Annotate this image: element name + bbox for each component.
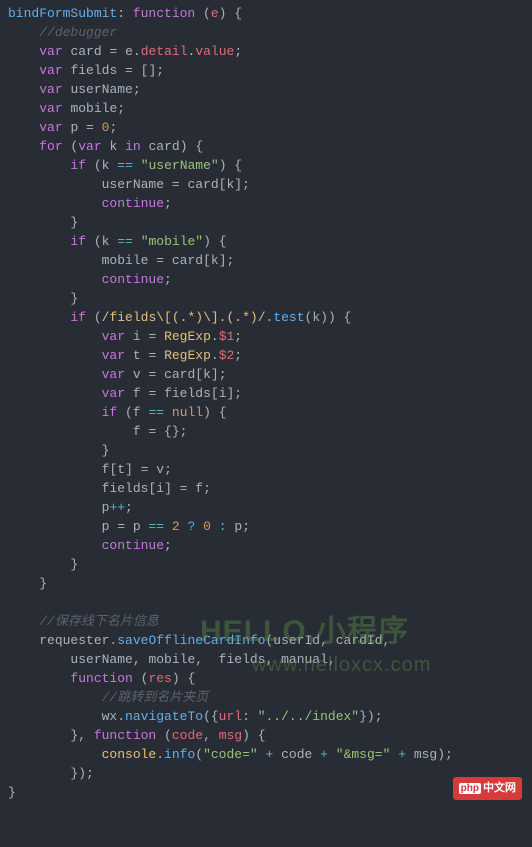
code-line: //保存线下名片信息	[8, 612, 532, 631]
code-line: mobile = card[k];	[8, 251, 532, 270]
keyword: function	[133, 6, 195, 21]
code-line: f = {};	[8, 422, 532, 441]
code-line: continue;	[8, 194, 532, 213]
code-line: if (f == null) {	[8, 403, 532, 422]
code-line: for (var k in card) {	[8, 137, 532, 156]
code-line: }	[8, 289, 532, 308]
comment: //保存线下名片信息	[39, 614, 159, 629]
code-line: function (res) {	[8, 669, 532, 688]
code-line: bindFormSubmit: function (e) {	[8, 4, 532, 23]
code-line: userName = card[k];	[8, 175, 532, 194]
code-line: if (/fields\[(.*)\].(.*)/.test(k)) {	[8, 308, 532, 327]
code-line: if (k == "userName") {	[8, 156, 532, 175]
code-line: //debugger	[8, 23, 532, 42]
code-line: }	[8, 574, 532, 593]
code-line: fields[i] = f;	[8, 479, 532, 498]
code-block: bindFormSubmit: function (e) { //debugge…	[8, 4, 532, 802]
code-line: p = p == 2 ? 0 : p;	[8, 517, 532, 536]
code-line: }, function (code, msg) {	[8, 726, 532, 745]
code-line: if (k == "mobile") {	[8, 232, 532, 251]
code-line: var f = fields[i];	[8, 384, 532, 403]
badge-prefix: php	[459, 783, 481, 794]
code-line: var userName;	[8, 80, 532, 99]
code-line: var v = card[k];	[8, 365, 532, 384]
code-line: f[t] = v;	[8, 460, 532, 479]
code-line: wx.navigateTo({url: "../../index"});	[8, 707, 532, 726]
code-line: var t = RegExp.$2;	[8, 346, 532, 365]
code-line: var i = RegExp.$1;	[8, 327, 532, 346]
code-line: }	[8, 441, 532, 460]
function-name: bindFormSubmit	[8, 6, 117, 21]
site-badge: php中文网	[453, 777, 522, 800]
code-line: var mobile;	[8, 99, 532, 118]
code-line: var card = e.detail.value;	[8, 42, 532, 61]
code-line: var fields = [];	[8, 61, 532, 80]
code-line	[8, 593, 532, 612]
code-line: userName, mobile, fields, manual,	[8, 650, 532, 669]
code-line: requester.saveOfflineCardInfo(userId, ca…	[8, 631, 532, 650]
code-line: console.info("code=" + code + "&msg=" + …	[8, 745, 532, 764]
code-line: }	[8, 555, 532, 574]
comment: //跳转到名片夹页	[102, 690, 209, 705]
badge-text: 中文网	[483, 782, 516, 794]
code-line: //跳转到名片夹页	[8, 688, 532, 707]
code-line: var p = 0;	[8, 118, 532, 137]
code-line: }	[8, 213, 532, 232]
code-line: continue;	[8, 536, 532, 555]
comment: //debugger	[39, 25, 117, 40]
param: e	[211, 6, 219, 21]
code-line: p++;	[8, 498, 532, 517]
code-line: continue;	[8, 270, 532, 289]
